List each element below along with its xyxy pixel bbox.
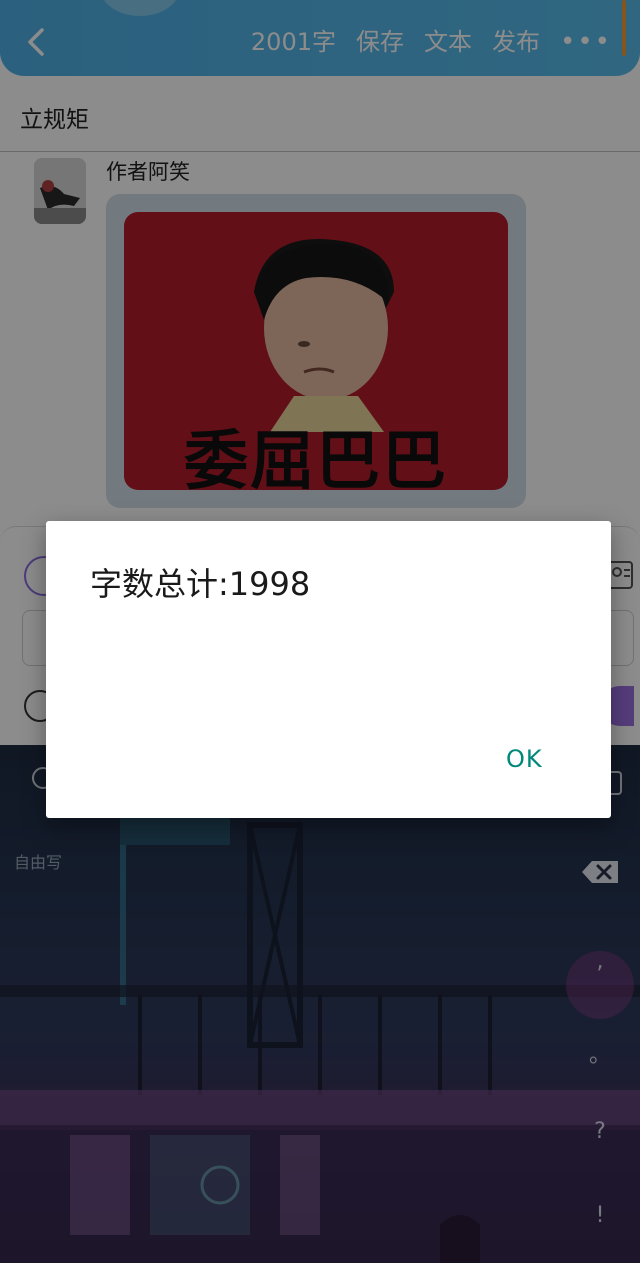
dialog-message: 字数总计:1998 (90, 565, 311, 603)
word-count-dialog: 字数总计:1998 OK (46, 521, 611, 818)
ok-button[interactable]: OK (500, 743, 549, 775)
screen: 2001字 保存 文本 发布 ••• 立规矩 作者阿笑 委屈巴巴 自由写 , 。… (0, 0, 640, 1263)
